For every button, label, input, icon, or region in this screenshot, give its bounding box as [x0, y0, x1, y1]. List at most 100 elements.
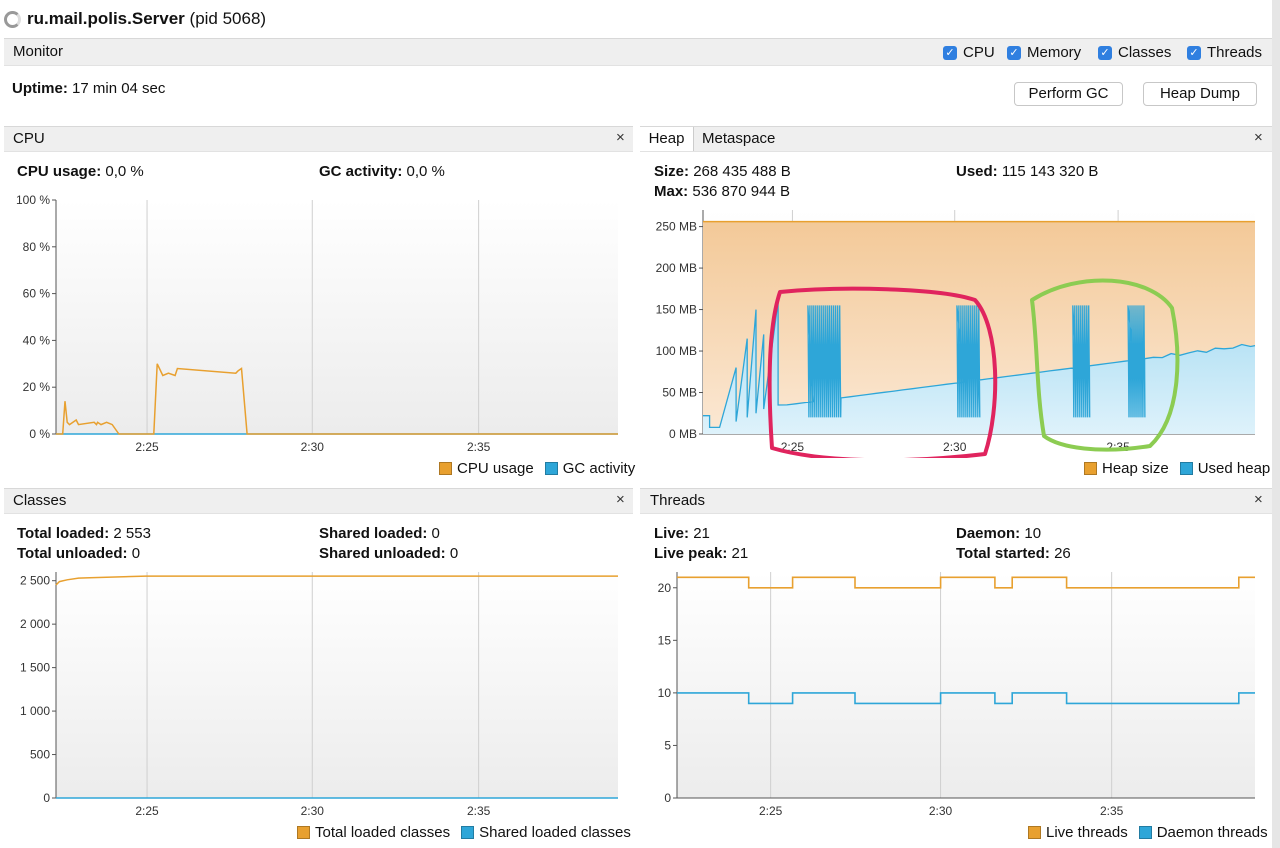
loading-spinner-icon [4, 11, 21, 28]
y-tick-label: 80 % [23, 240, 51, 254]
monitor-label: Monitor [13, 43, 64, 60]
app-title: ru.mail.polis.Server (pid 5068) [27, 9, 266, 29]
cpu-usage-value: 0,0 % [105, 163, 144, 180]
legend-swatch-gc-activity [544, 462, 558, 475]
classes-chart: 2 500 2 000 1 500 1 000 500 0 2:25 2:30 2:35 [20, 572, 618, 818]
threads-panel-title: Threads [650, 492, 706, 509]
daemon-label: Daemon: [956, 525, 1021, 542]
daemon-value: 10 [1024, 525, 1042, 542]
heap-panel-header: Heap Metaspace × [640, 126, 1272, 152]
heap-size-stat: Size: 268 435 488 B [654, 163, 791, 180]
x-tick-label: 2:30 [943, 440, 967, 454]
live-stat: Live: 21 [654, 525, 710, 542]
total-started-label: Total started: [956, 545, 1050, 562]
total-started-stat: Total started: 26 [956, 545, 1071, 562]
cpu-checkbox-label: CPU [963, 44, 995, 61]
title-bar: ru.mail.polis.Server (pid 5068) [0, 0, 1280, 36]
threads-panel-header: Threads × [640, 488, 1272, 514]
heap-max-label: Max: [654, 183, 689, 200]
uptime-value: 17 min 04 sec [72, 80, 166, 97]
app-pid: (pid 5068) [189, 9, 267, 28]
daemon-stat: Daemon: 10 [956, 525, 1041, 542]
tab-metaspace[interactable]: Metaspace [702, 127, 775, 151]
y-tick-label: 500 [30, 748, 50, 762]
heap-dump-button[interactable]: Heap Dump [1143, 82, 1257, 106]
memory-checkbox-label: Memory [1027, 44, 1082, 61]
legend-shared-loaded: Shared loaded classes [479, 824, 631, 841]
legend-swatch-shared-loaded [461, 826, 475, 839]
close-icon[interactable]: × [1254, 129, 1263, 146]
x-tick-label: 2:25 [135, 440, 159, 454]
heap-used-value: 115 143 320 B [1001, 163, 1099, 180]
legend-swatch-total-loaded [297, 826, 310, 839]
x-tick-label: 2:35 [467, 804, 491, 818]
y-tick-label: 20 % [23, 380, 51, 394]
classes-panel-title: Classes [13, 492, 67, 509]
legend-swatch-heap-size [1084, 462, 1097, 475]
y-tick-label: 1 000 [20, 704, 50, 718]
checkbox-checked-icon: ✓ [1007, 45, 1021, 60]
legend-daemon-threads: Daemon threads [1156, 824, 1268, 841]
legend-heap-size: Heap size [1102, 460, 1169, 477]
legend-used-heap: Used heap [1197, 460, 1271, 477]
y-tick-label: 100 % [16, 193, 50, 207]
total-loaded-stat: Total loaded: 2 553 [17, 525, 151, 542]
total-unloaded-label: Total unloaded: [17, 545, 128, 562]
memory-checkbox[interactable]: ✓ Memory [1007, 44, 1081, 61]
y-tick-label: 0 MB [669, 427, 697, 441]
y-tick-label: 0 [664, 791, 671, 805]
y-tick-label: 50 MB [662, 386, 697, 400]
heap-legend: Heap size Used heap [1084, 460, 1270, 477]
x-tick-label: 2:30 [301, 440, 325, 454]
y-tick-label: 200 MB [656, 261, 697, 275]
threads-checkbox[interactable]: ✓ Threads [1187, 44, 1262, 61]
y-tick-label: 2 000 [20, 617, 50, 631]
x-tick-label: 2:30 [301, 804, 325, 818]
y-tick-label: 10 [658, 686, 672, 700]
cpu-checkbox[interactable]: ✓ CPU [943, 44, 995, 61]
perform-gc-button[interactable]: Perform GC [1014, 82, 1123, 106]
shared-loaded-label: Shared loaded: [319, 525, 428, 542]
y-tick-label: 2 500 [20, 574, 50, 588]
shared-loaded-value: 0 [431, 525, 440, 542]
total-unloaded-value: 0 [131, 545, 141, 562]
x-tick-label: 2:35 [467, 440, 491, 454]
cpu-panel-header: CPU × [4, 126, 633, 152]
cpu-usage-stat: CPU usage: 0,0 % [17, 163, 144, 180]
classes-checkbox-label: Classes [1118, 44, 1172, 61]
legend-live-threads: Live threads [1046, 824, 1128, 841]
y-tick-label: 250 MB [656, 220, 697, 234]
total-unloaded-stat: Total unloaded: 0 [17, 545, 140, 562]
live-peak-value: 21 [731, 545, 749, 562]
gc-activity-label: GC activity: [319, 163, 403, 180]
legend-swatch-cpu-usage [439, 462, 452, 475]
heap-size-label: Size: [654, 163, 690, 180]
y-tick-label: 1 500 [20, 661, 50, 675]
plot-area [677, 572, 1255, 798]
checkbox-checked-icon: ✓ [943, 45, 957, 60]
shared-loaded-stat: Shared loaded: 0 [319, 525, 440, 542]
y-tick-label: 60 % [23, 287, 51, 301]
shared-unloaded-stat: Shared unloaded: 0 [319, 545, 458, 562]
threads-checkbox-label: Threads [1207, 44, 1263, 61]
legend-swatch-daemon-threads [1138, 826, 1152, 839]
heap-used-stat: Used: 115 143 320 B [956, 163, 1098, 180]
close-icon[interactable]: × [616, 491, 625, 508]
classes-panel-header: Classes × [4, 488, 633, 514]
close-icon[interactable]: × [616, 129, 625, 146]
y-tick-label: 5 [664, 738, 671, 752]
classes-legend: Total loaded classes Shared loaded class… [297, 824, 631, 841]
y-tick-label: 15 [658, 633, 672, 647]
tab-heap[interactable]: Heap [640, 127, 694, 151]
plot-area [56, 200, 618, 434]
y-tick-label: 0 [43, 791, 50, 805]
live-label: Live: [654, 525, 690, 542]
y-tick-label: 0 % [29, 427, 50, 441]
monitor-header: Monitor ✓ CPU ✓ Memory ✓ Classes ✓ Threa… [4, 38, 1272, 66]
shared-unloaded-value: 0 [449, 545, 459, 562]
x-tick-label: 2:25 [759, 804, 783, 818]
legend-gc-activity: GC activity [562, 460, 636, 477]
uptime: Uptime: 17 min 04 sec [12, 80, 165, 97]
close-icon[interactable]: × [1254, 491, 1263, 508]
classes-checkbox[interactable]: ✓ Classes [1098, 44, 1171, 61]
